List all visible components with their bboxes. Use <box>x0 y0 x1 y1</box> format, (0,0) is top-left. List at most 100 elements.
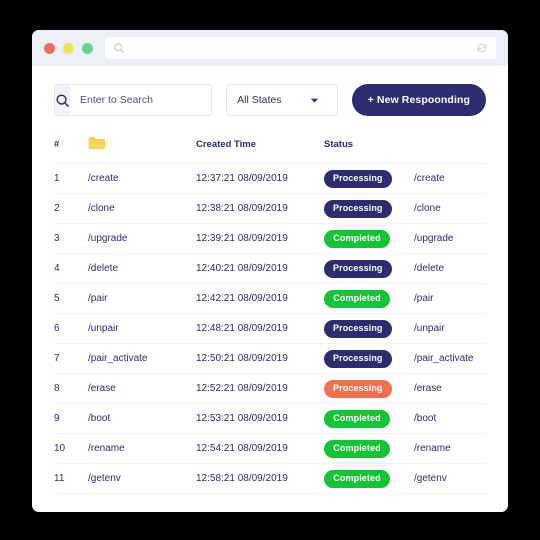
row-status-cell: Completed <box>324 463 414 494</box>
status-badge: Processing <box>324 259 392 278</box>
row-status-cell: Completed <box>324 223 414 254</box>
row-index: 7 <box>54 343 88 374</box>
status-badge: Processing <box>324 169 392 188</box>
row-name: /clone <box>88 193 196 224</box>
row-name: /rename <box>88 433 196 464</box>
row-created-time: 12:50:21 08/09/2019 <box>196 343 324 374</box>
close-window-button[interactable] <box>44 42 55 54</box>
status-badge: Processing <box>324 319 392 338</box>
row-status-cell: Processing <box>324 163 414 194</box>
row-created-time: 12:58:21 08/09/2019 <box>196 463 324 494</box>
table-body: 1/create 12:37:21 08/09/2019 Processing/cr… <box>54 163 486 494</box>
status-badge: Completed <box>324 469 390 488</box>
table-row[interactable]: 2/clone 12:38:21 08/09/2019 Processing/clo… <box>54 193 486 224</box>
row-name: /create <box>88 163 196 194</box>
new-responding-button[interactable]: + New Respoonding <box>351 84 486 116</box>
column-header-status[interactable]: Status <box>324 132 414 164</box>
row-index: 8 <box>54 373 88 404</box>
state-filter-value: All States <box>237 94 282 106</box>
filter-toolbar: All States + New Respoonding <box>54 84 486 116</box>
row-path: /upgrade <box>414 223 486 254</box>
status-badge: Completed <box>324 229 390 248</box>
state-filter-select[interactable]: All States <box>226 84 338 116</box>
row-created-time: 12:39:21 08/09/2019 <box>196 223 324 254</box>
refresh-icon[interactable] <box>476 42 488 54</box>
row-index: 10 <box>54 433 88 464</box>
row-status-cell: Completed <box>324 403 414 434</box>
column-header-index[interactable]: # <box>54 132 88 164</box>
search-icon[interactable] <box>55 85 70 115</box>
table-row[interactable]: 1/create 12:37:21 08/09/2019 Processing/cr… <box>54 163 486 194</box>
row-name: /pair <box>88 283 196 314</box>
row-created-time: 12:38:21 08/09/2019 <box>196 193 324 224</box>
search-field-group[interactable] <box>54 84 213 116</box>
table-header: # Created Time Status <box>54 132 486 164</box>
table-row[interactable]: 7/pair_activate 12:50:21 08/09/2019 Proces… <box>54 343 486 374</box>
row-path: /unpair <box>414 313 486 344</box>
row-path: /erase <box>414 373 486 404</box>
row-created-time: 12:54:21 08/09/2019 <box>196 433 324 464</box>
search-input[interactable] <box>70 85 212 115</box>
browser-titlebar <box>32 30 508 66</box>
table-row[interactable]: 9/boot 12:53:21 08/09/2019 Completed/boot <box>54 403 486 434</box>
status-badge: Processing <box>324 199 392 218</box>
row-path: /getenv <box>414 463 486 494</box>
browser-window: All States + New Respoonding # <box>32 30 508 512</box>
folder-icon <box>88 136 105 153</box>
row-name: /pair_activate <box>88 343 196 374</box>
row-name: /getenv <box>88 463 196 494</box>
status-badge: Completed <box>324 289 390 308</box>
row-status-cell: Processing <box>324 313 414 344</box>
screenshot-stage: All States + New Respoonding # <box>0 0 540 540</box>
table-row[interactable]: 4/delete 12:40:21 08/09/2019 Processing/de… <box>54 253 486 284</box>
minimize-window-button[interactable] <box>63 42 74 54</box>
row-created-time: 12:53:21 08/09/2019 <box>196 403 324 434</box>
row-index: 4 <box>54 253 88 284</box>
row-name: /erase <box>88 373 196 404</box>
row-status-cell: Processing <box>324 193 414 224</box>
row-index: 2 <box>54 193 88 224</box>
status-badge: Completed <box>324 409 390 428</box>
row-name: /delete <box>88 253 196 284</box>
row-path: /clone <box>414 193 486 224</box>
table-row[interactable]: 11/getenv 12:58:21 08/09/2019 Completed/ge… <box>54 463 486 494</box>
column-header-name[interactable] <box>88 132 196 164</box>
row-status-cell: Completed <box>324 283 414 314</box>
table-row[interactable]: 10/rename 12:54:21 08/09/2019 Completed/re… <box>54 433 486 464</box>
column-header-created-time[interactable]: Created Time <box>196 132 324 164</box>
row-path: /rename <box>414 433 486 464</box>
row-created-time: 12:48:21 08/09/2019 <box>196 313 324 344</box>
table-header-row: # Created Time Status <box>54 132 486 164</box>
table-row[interactable]: 8/erase 12:52:21 08/09/2019 Processing/era… <box>54 373 486 404</box>
row-name: /unpair <box>88 313 196 344</box>
status-badge: Processing <box>324 349 392 368</box>
row-status-cell: Processing <box>324 253 414 284</box>
row-path: /pair_activate <box>414 343 486 374</box>
table-row[interactable]: 5/pair 12:42:21 08/09/2019 Completed/pair <box>54 283 486 314</box>
row-index: 6 <box>54 313 88 344</box>
table-row[interactable]: 3/upgrade 12:39:21 08/09/2019 Completed/up… <box>54 223 486 254</box>
browser-address-bar[interactable] <box>105 37 496 59</box>
maximize-window-button[interactable] <box>82 42 93 54</box>
state-filter-chevron-down-icon[interactable] <box>303 96 327 105</box>
row-created-time: 12:37:21 08/09/2019 <box>196 163 324 194</box>
row-index: 3 <box>54 223 88 254</box>
traffic-light-group <box>44 42 93 54</box>
row-path: /boot <box>414 403 486 434</box>
row-created-time: 12:40:21 08/09/2019 <box>196 253 324 284</box>
row-index: 5 <box>54 283 88 314</box>
status-badge: Processing <box>324 379 392 398</box>
row-index: 1 <box>54 163 88 194</box>
table-row[interactable]: 6/unpair 12:48:21 08/09/2019 Processing/un… <box>54 313 486 344</box>
status-badge: Completed <box>324 439 390 458</box>
row-name: /boot <box>88 403 196 434</box>
responding-table: # Created Time Status 1 /create 12:37:21… <box>54 132 486 494</box>
row-status-cell: Processing <box>324 343 414 374</box>
column-header-path[interactable] <box>414 132 486 164</box>
row-status-cell: Completed <box>324 433 414 464</box>
row-index: 11 <box>54 463 88 494</box>
row-path: /create <box>414 163 486 194</box>
row-created-time: 12:42:21 08/09/2019 <box>196 283 324 314</box>
row-created-time: 12:52:21 08/09/2019 <box>196 373 324 404</box>
row-status-cell: Processing <box>324 373 414 404</box>
